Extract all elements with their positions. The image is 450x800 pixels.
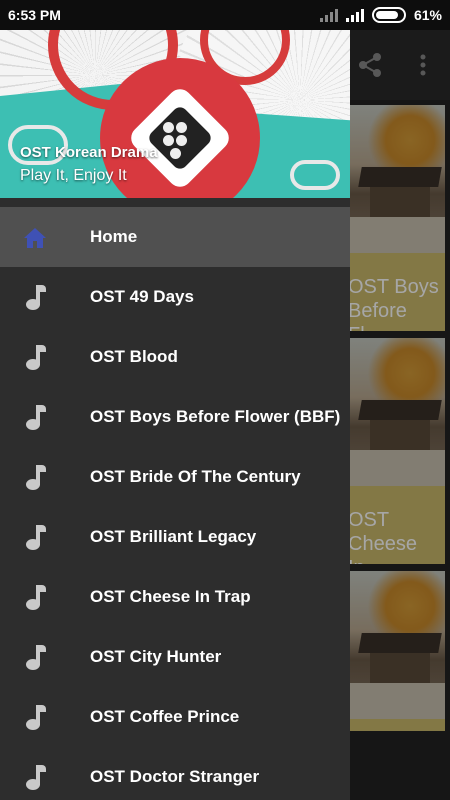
ost-card[interactable]: OST Boys Before Fl... xyxy=(340,105,445,331)
card-title: OST Cheese In... xyxy=(348,509,417,564)
music-note-icon xyxy=(22,345,48,371)
menu-item-ost-doctor-stranger[interactable]: OST Doctor Stranger xyxy=(0,747,350,800)
ost-card[interactable]: OST Cheese In... xyxy=(340,338,445,564)
menu-item-label: OST 49 Days xyxy=(90,287,194,306)
status-time: 6:53 PM xyxy=(8,7,61,23)
music-note-icon xyxy=(22,585,48,611)
menu-item-label: Home xyxy=(90,227,138,246)
menu-item-ost-coffee-prince[interactable]: OST Coffee Prince xyxy=(0,687,350,747)
menu-item-ost-49-days[interactable]: OST 49 Days xyxy=(0,267,350,327)
ost-card[interactable] xyxy=(340,571,445,731)
music-note-icon xyxy=(22,405,48,431)
battery-icon xyxy=(371,7,406,23)
status-indicators: 61% xyxy=(319,7,442,23)
drawer-title: OST Korean Drama xyxy=(20,144,158,161)
menu-item-ost-city-hunter[interactable]: OST City Hunter xyxy=(0,627,350,687)
music-note-icon xyxy=(22,465,48,491)
menu-item-label: OST Boys Before Flower (BBF) xyxy=(90,407,341,426)
battery-percent: 61% xyxy=(413,7,442,23)
menu-item-label: OST Brilliant Legacy xyxy=(90,527,257,546)
drawer-header: OST Korean Drama Play It, Enjoy It xyxy=(0,30,350,198)
menu-item-ost-brilliant-legacy[interactable]: OST Brilliant Legacy xyxy=(0,507,350,567)
menu-item-home[interactable]: Home xyxy=(0,207,350,267)
music-note-icon xyxy=(22,765,48,791)
cloud-decoration xyxy=(290,160,340,190)
share-icon[interactable] xyxy=(355,50,385,80)
home-icon xyxy=(22,225,48,251)
signal-strong-icon xyxy=(345,8,364,22)
menu-item-label: OST Cheese In Trap xyxy=(90,587,251,606)
menu-item-ost-cheese-in-trap[interactable]: OST Cheese In Trap xyxy=(0,567,350,627)
menu-item-ost-bride-of-the-century[interactable]: OST Bride Of The Century xyxy=(0,447,350,507)
drawer-menu: Home OST 49 Days OST Blood OST Boys Befo… xyxy=(0,207,350,800)
signal-weak-icon xyxy=(319,8,338,22)
menu-item-label: OST Bride Of The Century xyxy=(90,467,301,486)
card-thumbnail xyxy=(340,338,445,486)
menu-item-label: OST Blood xyxy=(90,347,178,366)
drawer-subtitle: Play It, Enjoy It xyxy=(20,167,127,184)
card-title: OST Boys Before Fl... xyxy=(348,276,439,331)
menu-item-ost-boys-before-flower[interactable]: OST Boys Before Flower (BBF) xyxy=(0,387,350,447)
navigation-drawer: OST Korean Drama Play It, Enjoy It Home … xyxy=(0,30,350,800)
status-bar: 6:53 PM 61% xyxy=(0,0,450,30)
more-options-icon[interactable] xyxy=(408,50,438,80)
menu-item-ost-blood[interactable]: OST Blood xyxy=(0,327,350,387)
music-note-icon xyxy=(22,285,48,311)
menu-item-label: OST Coffee Prince xyxy=(90,707,240,726)
music-note-icon xyxy=(22,645,48,671)
music-note-icon xyxy=(22,525,48,551)
menu-item-label: OST City Hunter xyxy=(90,647,222,666)
card-thumbnail xyxy=(340,105,445,253)
card-thumbnail xyxy=(340,571,445,719)
music-note-icon xyxy=(22,705,48,731)
menu-item-label: OST Doctor Stranger xyxy=(90,767,260,786)
